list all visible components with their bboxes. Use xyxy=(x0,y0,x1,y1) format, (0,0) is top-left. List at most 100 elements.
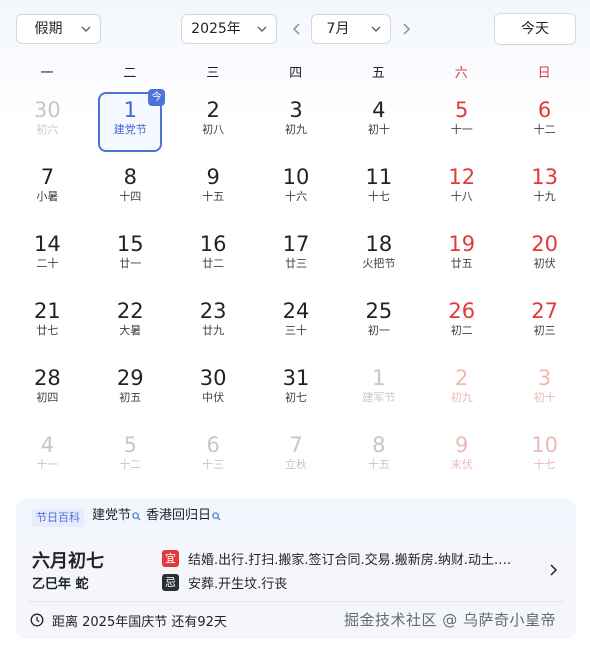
ji-badge: 忌 xyxy=(162,573,179,591)
festival-link-label: 建党节 xyxy=(92,508,132,523)
day-cell[interactable]: 7 立秋 xyxy=(264,427,328,487)
day-cell[interactable]: 4 初十 xyxy=(347,92,411,152)
calendar-header: 假期 2025年 7月 今天 xyxy=(0,0,590,56)
holiday-select[interactable]: 假期 xyxy=(16,14,101,44)
day-cell[interactable]: 29 初五 xyxy=(98,360,162,420)
lunar-label: 初五 xyxy=(119,391,142,404)
lunar-label: 十九 xyxy=(533,190,556,203)
day-cell[interactable]: 23 廿九 xyxy=(181,293,245,353)
lunar-label: 三十 xyxy=(285,324,307,337)
day-number: 7 xyxy=(289,433,303,457)
day-number: 4 xyxy=(372,98,386,122)
day-cell[interactable]: 12 十八 xyxy=(430,159,494,219)
day-cell[interactable]: 24 三十 xyxy=(264,293,328,353)
day-cell[interactable]: 31 初七 xyxy=(264,360,328,420)
day-cell[interactable]: 6 十三 xyxy=(181,427,245,487)
day-number: 15 xyxy=(116,232,144,256)
lunar-label: 初六 xyxy=(36,123,59,136)
lunar-label: 初七 xyxy=(285,391,307,404)
festival-link[interactable]: 香港回归日 xyxy=(146,507,221,525)
day-cell[interactable]: 25 初一 xyxy=(347,293,411,353)
month-select[interactable]: 7月 xyxy=(311,14,391,44)
day-number: 31 xyxy=(282,366,310,390)
weekday-label: 四 xyxy=(289,66,303,81)
day-number: 2 xyxy=(206,98,220,122)
day-number: 19 xyxy=(448,232,476,256)
festival-link[interactable]: 建党节 xyxy=(92,507,141,525)
day-cell[interactable]: 28 初四 xyxy=(15,360,79,420)
day-cell[interactable]: 16 廿二 xyxy=(181,226,245,286)
day-number: 21 xyxy=(34,299,61,323)
festival-tag: 节日百科 xyxy=(32,509,84,527)
day-number: 3 xyxy=(289,98,303,122)
day-number: 3 xyxy=(537,366,552,390)
day-cell[interactable]: 30 中伏 xyxy=(181,360,245,420)
day-cell[interactable]: 8 十五 xyxy=(347,427,411,487)
day-number: 20 xyxy=(531,232,558,256)
chevron-down-icon xyxy=(257,26,267,32)
day-cell[interactable]: 3 初九 xyxy=(264,92,328,152)
today-button[interactable]: 今天 xyxy=(494,13,576,45)
day-number: 4 xyxy=(40,433,55,457)
day-cell[interactable]: 11 十七 xyxy=(347,159,411,219)
day-cell[interactable]: 15 廿一 xyxy=(98,226,162,286)
day-number: 9 xyxy=(455,433,469,457)
day-cell[interactable]: 9 十五 xyxy=(181,159,245,219)
festival-bar: 节日百科 建党节 香港回归日 xyxy=(16,499,576,535)
day-cell[interactable]: 5 十一 xyxy=(430,92,494,152)
lunar-date: 六月初七 xyxy=(32,551,104,572)
weekday-label: 三 xyxy=(206,66,220,81)
day-number: 12 xyxy=(448,165,476,189)
day-cell[interactable]: 17 廿三 xyxy=(264,226,328,286)
prev-month-button[interactable] xyxy=(287,18,307,40)
chevron-right-icon[interactable] xyxy=(546,563,560,577)
day-cell[interactable]: 9 末伏 xyxy=(430,427,494,487)
lunar-label: 建军节 xyxy=(362,391,396,404)
next-month-button[interactable] xyxy=(396,18,416,40)
lunar-label: 十八 xyxy=(450,190,473,203)
day-cell[interactable]: 30 初六 xyxy=(15,92,79,152)
day-number: 30 xyxy=(34,98,61,122)
day-number: 13 xyxy=(531,165,558,189)
day-cell[interactable]: 8 十四 xyxy=(98,159,162,219)
lunar-label: 十二 xyxy=(119,458,142,471)
lunar-label: 廿二 xyxy=(202,257,225,270)
year-select[interactable]: 2025年 xyxy=(181,14,277,44)
day-cell[interactable]: 2 初九 xyxy=(430,360,494,420)
day-cell[interactable]: 27 初三 xyxy=(513,293,577,353)
day-cell[interactable]: 6 十二 xyxy=(513,92,577,152)
day-cell[interactable]: 14 二十 xyxy=(15,226,79,286)
day-cell-today[interactable]: 1 建党节今 xyxy=(98,89,166,152)
search-icon xyxy=(132,511,141,521)
lunar-label: 廿七 xyxy=(36,324,59,337)
day-cell[interactable]: 4 十一 xyxy=(15,427,79,487)
day-cell[interactable]: 5 十二 xyxy=(98,427,162,487)
lunar-label: 大暑 xyxy=(119,324,142,337)
day-cell[interactable]: 2 初八 xyxy=(181,92,245,152)
day-cell[interactable]: 3 初十 xyxy=(513,360,577,420)
lunar-label: 十五 xyxy=(367,458,390,471)
lunar-label: 廿九 xyxy=(202,324,225,337)
day-cell[interactable]: 19 廿五 xyxy=(430,226,494,286)
lunar-label: 廿三 xyxy=(285,257,307,270)
day-cell[interactable]: 7 小暑 xyxy=(15,159,79,219)
day-cell[interactable]: 13 十九 xyxy=(513,159,577,219)
day-cell[interactable]: 10 十七 xyxy=(513,427,577,487)
day-cell[interactable]: 21 廿七 xyxy=(15,293,79,353)
day-cell[interactable]: 10 十六 xyxy=(264,159,328,219)
lunar-label: 十七 xyxy=(533,458,556,471)
festival-link-label: 香港回归日 xyxy=(146,508,212,523)
day-cell[interactable]: 1 建军节 xyxy=(347,360,411,420)
calendar-grid: 30 初六 1 建党节今 2 初八 3 初九 4 初十 5 十一 6 十二 7 小暑 8 十四 9 十五 10 十六 11 十… xyxy=(6,89,586,492)
today-badge: 今 xyxy=(148,89,166,106)
day-cell[interactable]: 18 火把节 xyxy=(347,226,411,286)
day-cell[interactable]: 26 初二 xyxy=(430,293,494,353)
day-cell[interactable]: 20 初伏 xyxy=(513,226,577,286)
day-cell[interactable]: 22 大暑 xyxy=(98,293,162,353)
day-number: 8 xyxy=(123,165,137,189)
lunar-label: 初四 xyxy=(36,391,59,404)
holiday-select-value: 假期 xyxy=(34,21,63,37)
lunar-label: 十一 xyxy=(36,458,59,471)
day-number: 1 xyxy=(372,366,386,390)
day-number: 10 xyxy=(282,165,310,189)
